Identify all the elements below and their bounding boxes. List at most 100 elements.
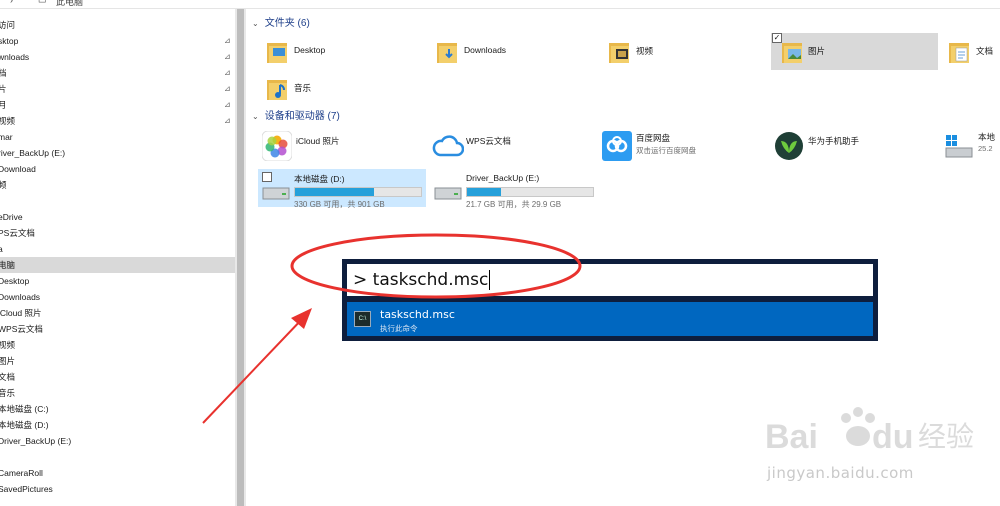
sidebar-item-label: Desktop (0, 276, 30, 286)
sidebar-item[interactable]: 文档 (0, 369, 235, 385)
folder-downloads[interactable]: Downloads (436, 33, 576, 71)
main-content: ⌄ 文件夹 (6) Desktop Downloads 视频 ✓ 图片 文档 音… (246, 9, 1000, 506)
selection-checkbox[interactable] (262, 172, 272, 182)
downloads-folder-icon (437, 43, 457, 63)
chevron-down-icon[interactable]: ⌄ (252, 17, 262, 31)
sidebar-item-label: 访问 (0, 20, 16, 30)
sidebar-item[interactable]: Driver_BackUp (E:) (0, 433, 235, 449)
sidebar-item[interactable]: 本地磁盘 (C:) (0, 401, 235, 417)
sidebar-item-label: a (0, 244, 3, 254)
desktop-folder-icon (267, 43, 287, 63)
sidebar-item-label: Download (0, 164, 36, 174)
device-icloud-photos[interactable]: iCloud 照片 (260, 129, 410, 165)
folder-videos[interactable]: 视频 (608, 33, 748, 71)
sidebar-item-label: Downloads (0, 292, 41, 302)
device-baidu-netdisk[interactable]: 百度网盘 双击运行百度网盘 (600, 129, 760, 165)
sidebar-item[interactable]: sktop ⊿ (0, 33, 235, 49)
wps-cloud-icon (432, 135, 464, 157)
sidebar-item[interactable]: 频 (0, 177, 235, 193)
sidebar-item[interactable]: Download (0, 161, 235, 177)
sidebar-item[interactable] (0, 449, 235, 465)
sidebar-item[interactable]: 访问 (0, 17, 235, 33)
watermark-url: jingyan.baidu.com (767, 464, 914, 482)
devices-group-header[interactable]: ⌄ 设备和驱动器 (7) (252, 110, 340, 124)
sidebar-item-label: 本地磁盘 (C:) (0, 404, 49, 414)
videos-folder-icon (609, 43, 629, 63)
drive-d[interactable]: 本地磁盘 (D:) 330 GB 可用，共 901 GB (258, 169, 426, 209)
sidebar-item-label: 月 (0, 100, 7, 110)
sidebar-item-label: 视频 (0, 340, 16, 350)
navigation-pane: 访问 sktop ⊿ wnloads ⊿ 档 ⊿ 片 ⊿ 月 ⊿ 视频 ⊿ mar river_BackUp… (0, 9, 235, 506)
sidebar-item-label: 视频 (0, 116, 16, 126)
folder-documents[interactable]: 文档 (948, 33, 1000, 71)
drive-usage-fill (295, 188, 375, 196)
device-wps-cloud[interactable]: WPS云文档 (430, 129, 580, 165)
sidebar-item[interactable]: eDrive (0, 209, 235, 225)
sidebar-item[interactable]: 月 ⊿ (0, 97, 235, 113)
pin-icon: ⊿ (224, 100, 231, 109)
hard-drive-icon (434, 187, 462, 200)
sidebar-item[interactable]: 视频 (0, 337, 235, 353)
sidebar-item-label: 档 (0, 68, 7, 78)
sidebar-item-label: 电脑 (0, 260, 16, 270)
sidebar-item[interactable]: Downloads (0, 289, 235, 305)
run-command-input[interactable]: > taskschd.msc (347, 264, 873, 296)
sidebar-item-label: SavedPictures (0, 484, 53, 494)
sidebar-item-label: 文档 (0, 372, 16, 382)
sidebar-item[interactable] (0, 193, 235, 209)
sidebar-item-label: 频 (0, 180, 7, 190)
sidebar-item[interactable]: wnloads ⊿ (0, 49, 235, 65)
sidebar-item[interactable]: SavedPictures (0, 481, 235, 497)
text-caret (489, 270, 491, 290)
sidebar-item[interactable]: 片 ⊿ (0, 81, 235, 97)
run-result-item[interactable]: C:\ taskschd.msc 执行此命令 (347, 302, 873, 336)
drive-e[interactable]: Driver_BackUp (E:) 21.7 GB 可用，共 29.9 GB (430, 169, 598, 209)
sidebar-item-label: iCloud 照片 (0, 308, 42, 318)
sidebar-item[interactable]: 视频 ⊿ (0, 113, 235, 129)
folder-pictures[interactable]: ✓ 图片 (771, 33, 938, 70)
sidebar-item[interactable]: a (0, 241, 235, 257)
sidebar-item[interactable]: iCloud 照片 (0, 305, 235, 321)
drive-usage-bar (466, 187, 594, 197)
sidebar-item-label: eDrive (0, 212, 23, 222)
run-command-popup: > taskschd.msc C:\ taskschd.msc 执行此命令 (342, 259, 878, 341)
sidebar-item[interactable]: Desktop (0, 273, 235, 289)
sidebar-item[interactable]: WPS云文档 (0, 321, 235, 337)
folder-music[interactable]: 音乐 (266, 70, 406, 108)
music-folder-icon (267, 80, 287, 100)
chevron-down-icon[interactable]: ⌄ (252, 110, 262, 124)
computer-icon: ▭ (38, 0, 47, 5)
pin-icon: ⊿ (224, 36, 231, 45)
folder-desktop[interactable]: Desktop (266, 33, 406, 71)
back-chevron-icon[interactable]: › (10, 0, 13, 5)
documents-folder-icon (949, 43, 969, 63)
sidebar-scrollbar[interactable] (235, 9, 246, 506)
breadcrumb[interactable]: 此电脑 (56, 0, 83, 8)
drive-usage-fill (467, 188, 502, 196)
pin-icon: ⊿ (224, 68, 231, 77)
pin-icon: ⊿ (224, 116, 231, 125)
sidebar-item-label: PS云文档 (0, 228, 35, 238)
sidebar-item[interactable]: CameraRoll (0, 465, 235, 481)
pin-icon: ⊿ (224, 84, 231, 93)
sidebar-item-label: Driver_BackUp (E:) (0, 436, 72, 446)
sidebar-item-label: mar (0, 132, 13, 142)
device-local-disk-c[interactable]: 本地 25.2 (942, 129, 1000, 165)
huawei-assistant-icon (775, 132, 803, 160)
device-huawei-assistant[interactable]: 华为手机助手 (772, 129, 922, 165)
sidebar-item[interactable]: PS云文档 (0, 225, 235, 241)
sidebar-item[interactable]: 电脑 (0, 257, 235, 273)
sidebar-item[interactable]: 音乐 (0, 385, 235, 401)
drive-usage-bar (294, 187, 422, 197)
folders-group-header[interactable]: ⌄ 文件夹 (6) (252, 17, 310, 31)
address-bar[interactable]: › ▭ 此电脑 (0, 0, 1000, 9)
sidebar-item[interactable]: 本地磁盘 (D:) (0, 417, 235, 433)
scrollbar-thumb[interactable] (237, 9, 244, 506)
sidebar-item-label: WPS云文档 (0, 324, 43, 334)
sidebar-item[interactable]: 图片 (0, 353, 235, 369)
windows-drive-icon (945, 135, 973, 158)
icloud-photos-icon (262, 131, 292, 161)
sidebar-item[interactable]: mar (0, 129, 235, 145)
sidebar-item[interactable]: river_BackUp (E:) (0, 145, 235, 161)
sidebar-item[interactable]: 档 ⊿ (0, 65, 235, 81)
